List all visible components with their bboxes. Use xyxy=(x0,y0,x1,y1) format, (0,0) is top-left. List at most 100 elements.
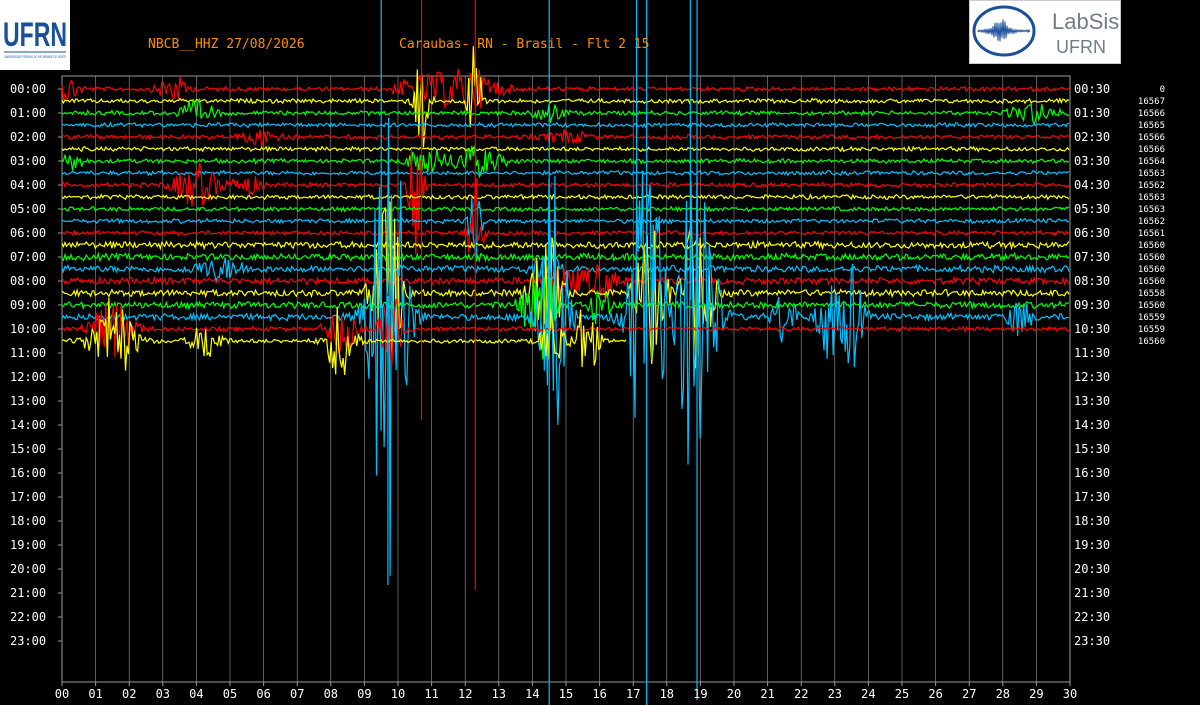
x-tick-label: 12 xyxy=(458,687,472,701)
right-time-label: 05:30 xyxy=(1074,202,1110,216)
row-count-label: 16560 xyxy=(1138,265,1165,275)
trace-row xyxy=(62,253,1069,260)
row-count-label: 16564 xyxy=(1138,157,1165,167)
x-tick-label: 13 xyxy=(492,687,506,701)
left-time-label: 15:00 xyxy=(10,442,46,456)
labsis-logo: LabSis UFRN xyxy=(969,0,1121,64)
trace-row xyxy=(62,99,1069,124)
x-tick-label: 16 xyxy=(592,687,606,701)
x-tick-label: 03 xyxy=(156,687,170,701)
right-time-label: 09:30 xyxy=(1074,298,1110,312)
seismogram-icon xyxy=(978,20,1030,42)
trace-row xyxy=(62,69,1069,109)
left-time-label: 04:00 xyxy=(10,178,46,192)
location-label: Caraubas- RN - Brasil - Flt 2 15 xyxy=(399,37,649,52)
x-tick-label: 27 xyxy=(962,687,976,701)
trace-row xyxy=(62,242,1069,249)
row-count-label: 16559 xyxy=(1138,325,1165,335)
right-time-label: 15:30 xyxy=(1074,442,1110,456)
right-time-label: 22:30 xyxy=(1074,610,1110,624)
x-tick-label: 20 xyxy=(727,687,741,701)
left-time-label: 17:00 xyxy=(10,490,46,504)
right-time-label: 13:30 xyxy=(1074,394,1110,408)
trace-row xyxy=(62,123,1069,128)
row-count-label: 16560 xyxy=(1138,253,1165,263)
x-tick-label: 05 xyxy=(223,687,237,701)
right-time-label: 08:30 xyxy=(1074,274,1110,288)
trace-row xyxy=(62,195,1069,200)
labsis-title: LabSis xyxy=(1052,9,1119,34)
row-count-label: 16565 xyxy=(1138,121,1165,131)
station-label: NBCB__HHZ 27/08/2026 xyxy=(148,37,305,52)
right-time-label: 17:30 xyxy=(1074,490,1110,504)
right-time-label: 14:30 xyxy=(1074,418,1110,432)
right-time-label: 19:30 xyxy=(1074,538,1110,552)
right-time-label: 23:30 xyxy=(1074,634,1110,648)
x-tick-label: 10 xyxy=(391,687,405,701)
x-tick-label: 18 xyxy=(660,687,674,701)
left-time-label: 14:00 xyxy=(10,418,46,432)
x-tick-label: 06 xyxy=(256,687,270,701)
ufrn-logo: UFRN UNIVERSIDADE FEDERAL DO RIO GRANDE … xyxy=(0,0,70,70)
x-tick-label: 09 xyxy=(357,687,371,701)
trace-row xyxy=(62,257,1069,281)
x-tick-label: 17 xyxy=(626,687,640,701)
right-time-label: 02:30 xyxy=(1074,130,1110,144)
x-tick-label: 08 xyxy=(324,687,338,701)
trace-row xyxy=(62,178,1069,252)
ufrn-logo-subtext: UNIVERSIDADE FEDERAL DO RIO GRANDE DO NO… xyxy=(4,55,66,59)
left-time-label: 23:00 xyxy=(10,634,46,648)
x-tick-label: 22 xyxy=(794,687,808,701)
seismic-traces xyxy=(62,0,1069,705)
right-time-label: 20:30 xyxy=(1074,562,1110,576)
left-time-label: 12:00 xyxy=(10,370,46,384)
x-tick-label: 14 xyxy=(525,687,539,701)
right-time-label: 01:30 xyxy=(1074,106,1110,120)
x-tick-label: 29 xyxy=(1029,687,1043,701)
x-tick-label: 25 xyxy=(895,687,909,701)
row-count-label: 16559 xyxy=(1138,313,1165,323)
left-time-label: 13:00 xyxy=(10,394,46,408)
x-tick-label: 15 xyxy=(559,687,573,701)
tick-labels: 00 01 02 03 04 05 06 07 08 09 10 11 12 13 14 15 16 17 18 19… xyxy=(10,82,1165,701)
x-tick-label: 23 xyxy=(828,687,842,701)
trace-row xyxy=(62,129,1069,147)
left-time-label: 01:00 xyxy=(10,106,46,120)
right-time-label: 00:30 xyxy=(1074,82,1110,96)
left-time-label: 09:00 xyxy=(10,298,46,312)
right-time-label: 06:30 xyxy=(1074,226,1110,240)
x-tick-label: 26 xyxy=(928,687,942,701)
row-count-label: 16561 xyxy=(1138,229,1165,239)
left-time-label: 03:00 xyxy=(10,154,46,168)
row-count-label: 16560 xyxy=(1138,241,1165,251)
row-count-label: 16562 xyxy=(1138,217,1165,227)
right-time-label: 07:30 xyxy=(1074,250,1110,264)
row-count-label: 16563 xyxy=(1138,169,1165,179)
right-time-label: 11:30 xyxy=(1074,346,1110,360)
annotations: NBCB__HHZ 27/08/2026 Caraubas- RN - Brasi… xyxy=(148,37,649,52)
right-time-label: 04:30 xyxy=(1074,178,1110,192)
x-tick-label: 00 xyxy=(55,687,69,701)
trace-row xyxy=(62,207,1069,212)
trace-row xyxy=(62,147,1069,152)
x-tick-label: 02 xyxy=(122,687,136,701)
x-tick-label: 11 xyxy=(424,687,438,701)
trace-row xyxy=(62,150,1069,254)
row-count-label: 16567 xyxy=(1138,97,1165,107)
left-time-label: 20:00 xyxy=(10,562,46,576)
row-count-label: 16562 xyxy=(1138,181,1165,191)
left-time-label: 10:00 xyxy=(10,322,46,336)
row-count-label: 16566 xyxy=(1138,133,1165,143)
trace-row xyxy=(62,197,1069,261)
right-time-label: 12:30 xyxy=(1074,370,1110,384)
row-count-label: 16558 xyxy=(1138,289,1165,299)
helicorder-plot: 00 01 02 03 04 05 06 07 08 09 10 11 12 13 14 15 16 17 18 19… xyxy=(0,0,1200,705)
left-time-label: 06:00 xyxy=(10,226,46,240)
trace-row xyxy=(62,202,1069,369)
row-count-label: 16560 xyxy=(1138,301,1165,311)
labsis-subtitle: UFRN xyxy=(1056,37,1106,57)
trace-row xyxy=(62,46,1069,147)
row-count-label: 16563 xyxy=(1138,193,1165,203)
ufrn-logo-text: UFRN xyxy=(3,16,67,54)
left-time-label: 22:00 xyxy=(10,610,46,624)
